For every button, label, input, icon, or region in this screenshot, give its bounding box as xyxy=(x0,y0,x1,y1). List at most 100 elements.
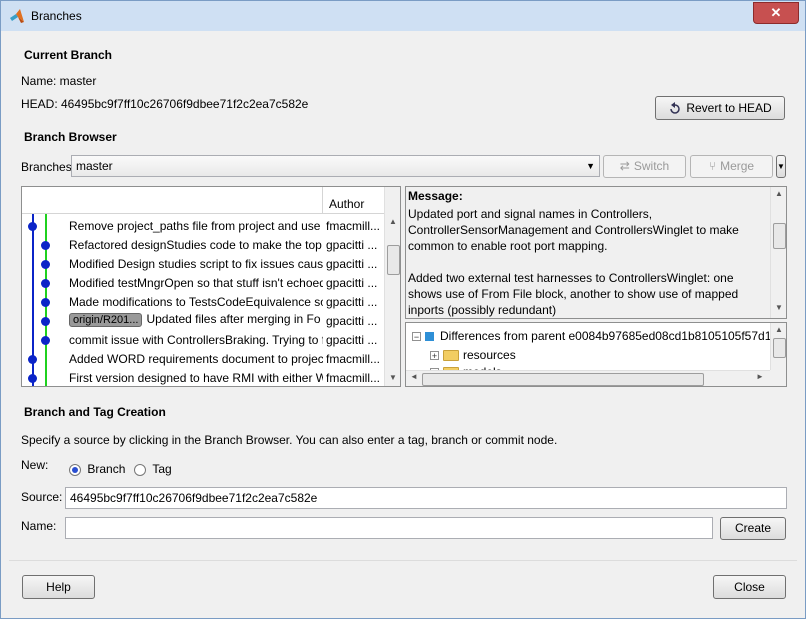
scroll-thumb[interactable] xyxy=(387,245,400,275)
tree-vertical-scrollbar[interactable]: ▲ xyxy=(770,323,786,370)
chevron-down-icon: ▼ xyxy=(586,161,595,171)
name-label: Name: xyxy=(21,519,57,533)
expand-icon[interactable]: + xyxy=(430,351,439,361)
window-close-button[interactable]: ✕ xyxy=(753,2,799,24)
branches-dropdown[interactable]: master ▼ xyxy=(71,155,600,177)
remote-branch-tag[interactable]: origin/R201... xyxy=(69,313,143,327)
radio-selected-icon xyxy=(69,463,81,476)
commit-message: Made modifications to TestsCodeEquivalen… xyxy=(69,295,323,309)
commit-row[interactable]: Made modifications to TestsCodeEquivalen… xyxy=(22,293,382,312)
chevron-down-icon: ▼ xyxy=(777,162,785,171)
tree-root-label: Differences from parent e0084b97685ed08c… xyxy=(440,329,779,343)
current-branch-heading: Current Branch xyxy=(24,48,113,62)
revert-label: Revert to HEAD xyxy=(686,101,772,115)
head-hash-text: HEAD: 46495bc9f7ff10c26706f9dbee71f2c2ea… xyxy=(21,97,309,111)
scroll-up-icon[interactable]: ▲ xyxy=(771,189,786,198)
creation-instructions: Specify a source by clicking in the Bran… xyxy=(21,433,558,447)
scroll-left-icon[interactable]: ◄ xyxy=(410,372,418,381)
help-button[interactable]: Help xyxy=(22,575,95,599)
commit-row[interactable]: Added WORD requirements document to proj… xyxy=(22,350,382,369)
commit-row[interactable]: Modified testMngrOpen so that stuff isn'… xyxy=(22,274,382,293)
new-label: New: xyxy=(21,458,49,472)
commit-author: fmacmill... xyxy=(326,219,380,233)
scroll-corner xyxy=(770,370,786,386)
switch-label: Switch xyxy=(633,159,670,173)
commit-row[interactable]: commit issue with ControllersBraking. Tr… xyxy=(22,331,382,350)
window-title: Branches xyxy=(31,9,82,23)
merge-icon: ⑂ xyxy=(708,159,717,173)
commit-list-panel[interactable]: Author Remove project_paths file from pr… xyxy=(21,186,401,387)
branch-name-text: Name: master xyxy=(21,74,97,88)
commit-node xyxy=(41,279,50,288)
message-panel: Message: Updated port and signal names i… xyxy=(405,186,787,319)
tree-folder-item[interactable]: + resources xyxy=(430,348,516,362)
scroll-up-icon[interactable]: ▲ xyxy=(771,325,786,334)
commit-row[interactable]: Remove project_paths file from project a… xyxy=(22,217,382,236)
scroll-down-icon[interactable]: ▼ xyxy=(771,303,786,312)
scroll-thumb[interactable] xyxy=(422,373,704,386)
commit-node xyxy=(28,355,37,364)
commit-message-body: Updated port and signal names in Control… xyxy=(408,206,770,318)
column-divider xyxy=(322,187,323,213)
commit-row[interactable]: origin/R201... Updated files after mergin… xyxy=(22,312,382,331)
dialog-footer: Help Close xyxy=(9,560,797,613)
commit-node xyxy=(28,374,37,383)
commit-node xyxy=(41,336,50,345)
message-paragraph: Updated port and signal names in Control… xyxy=(408,207,739,253)
close-button[interactable]: Close xyxy=(713,575,786,599)
tag-radio-label: Tag xyxy=(152,462,172,476)
commit-list-scrollbar[interactable]: ▲ ▼ xyxy=(384,187,400,386)
tag-radio[interactable]: Tag xyxy=(134,462,172,476)
branch-radio-label: Branch xyxy=(87,462,126,476)
commit-node xyxy=(41,298,50,307)
commit-node xyxy=(41,317,50,326)
commit-message: Modified Design studies script to fix is… xyxy=(69,257,323,271)
commit-message-with-tag: origin/R201... Updated files after mergin… xyxy=(69,312,323,327)
message-scrollbar[interactable]: ▲ ▼ xyxy=(770,187,786,318)
source-input[interactable]: 46495bc9f7ff10c26706f9dbee71f2c2ea7c582e xyxy=(65,487,787,509)
commit-list-header: Author xyxy=(22,187,384,214)
commit-author: gpacitti ... xyxy=(326,314,378,328)
commit-author: fmacmill... xyxy=(326,371,380,385)
collapse-icon[interactable]: − xyxy=(412,332,421,342)
branch-radio[interactable]: Branch xyxy=(69,462,125,476)
commit-message: Remove project_paths file from project a… xyxy=(69,219,323,233)
commit-author: fmacmill... xyxy=(326,352,380,366)
revert-icon xyxy=(670,101,681,114)
branch-browser-heading: Branch Browser xyxy=(24,130,117,144)
scroll-thumb[interactable] xyxy=(773,338,786,358)
commit-author: gpacitti ... xyxy=(326,257,378,271)
switch-button[interactable]: ⇄ Switch xyxy=(603,155,686,178)
commit-author: gpacitti ... xyxy=(326,276,378,290)
switch-icon: ⇄ xyxy=(619,159,630,173)
scroll-down-icon[interactable]: ▼ xyxy=(385,373,400,382)
commit-row[interactable]: First version designed to have RMI with … xyxy=(22,369,382,386)
differences-tree-panel[interactable]: − Differences from parent e0084b97685ed08… xyxy=(405,322,787,387)
name-input[interactable] xyxy=(65,517,713,539)
commit-node xyxy=(41,260,50,269)
commit-message: First version designed to have RMI with … xyxy=(69,371,323,385)
scroll-right-icon[interactable]: ► xyxy=(756,372,764,381)
scroll-up-icon[interactable]: ▲ xyxy=(385,217,400,226)
revert-to-head-button[interactable]: Revert to HEAD xyxy=(655,96,785,120)
title-bar: Branches ✕ xyxy=(1,1,805,31)
radio-unselected-icon xyxy=(134,463,146,476)
create-button[interactable]: Create xyxy=(720,517,786,540)
commit-author: gpacitti ... xyxy=(326,238,378,252)
more-options-dropdown-button[interactable]: ▼ xyxy=(776,155,786,178)
scroll-thumb[interactable] xyxy=(773,223,786,249)
commit-author: gpacitti ... xyxy=(326,295,378,309)
author-column-header[interactable]: Author xyxy=(329,197,364,211)
merge-button[interactable]: ⑂ Merge xyxy=(690,155,773,178)
creation-heading: Branch and Tag Creation xyxy=(24,405,166,419)
dialog-content: Current Branch Name: master HEAD: 46495b… xyxy=(9,31,797,556)
commit-row[interactable]: Modified Design studies script to fix is… xyxy=(22,255,382,274)
source-label: Source: xyxy=(21,490,63,504)
tree-root-item[interactable]: − Differences from parent e0084b97685ed08… xyxy=(412,329,778,343)
commit-message: Refactored designStudies code to make th… xyxy=(69,238,323,252)
commit-row[interactable]: Refactored designStudies code to make th… xyxy=(22,236,382,255)
branches-dialog: Branches ✕ Current Branch Name: master H… xyxy=(0,0,806,619)
message-paragraph: Added two external test harnesses to Con… xyxy=(408,271,739,317)
commit-message: Modified testMngrOpen so that stuff isn'… xyxy=(69,276,323,290)
tree-horizontal-scrollbar[interactable]: ◄ ► xyxy=(406,370,770,386)
